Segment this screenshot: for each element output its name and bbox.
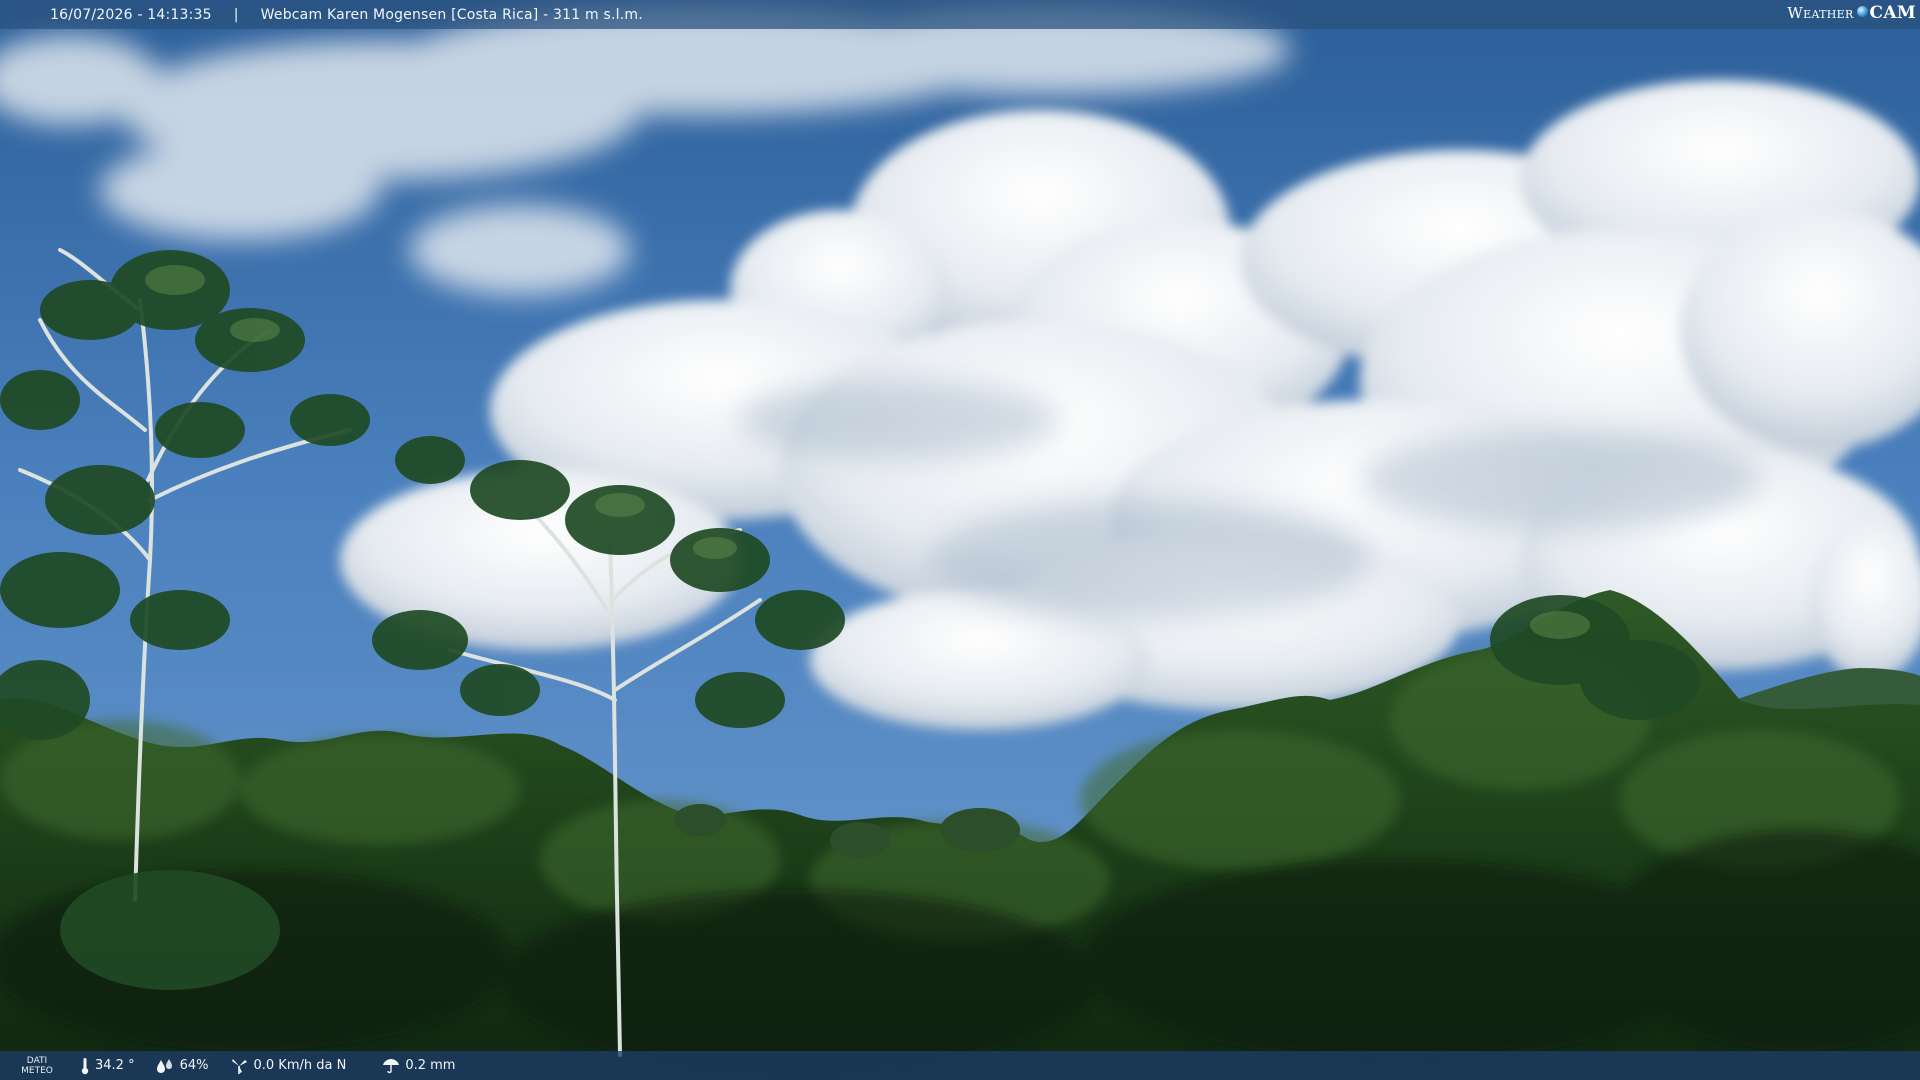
rain-gauge-icon: [383, 1058, 400, 1073]
wind-reading: 0.0 Km/h da N: [230, 1057, 346, 1075]
logo-cam-text: CAM: [1869, 3, 1916, 23]
webcam-image: [0, 0, 1920, 1080]
thermometer-icon: [81, 1057, 89, 1074]
weather-data-bar: DATI METEO 34.2 ° 64% 0.0 Km/h da N 0.2 …: [0, 1051, 1920, 1080]
weather-data-label: DATI METEO: [20, 1056, 54, 1076]
rain-reading: 0.2 mm: [382, 1058, 455, 1074]
humidity-icon: [156, 1058, 172, 1073]
humidity-value: 64%: [179, 1058, 209, 1073]
wind-icon: [232, 1058, 248, 1074]
timestamp: 16/07/2026 - 14:13:35: [50, 6, 212, 23]
globe-icon: [1856, 5, 1868, 17]
rain-value: 0.2 mm: [405, 1058, 456, 1073]
weather-data-label-line1: DATI: [26, 1055, 48, 1066]
temperature-reading: 34.2 °: [80, 1057, 135, 1075]
temperature-value: 34.2 °: [95, 1058, 135, 1073]
top-info-bar: 16/07/2026 - 14:13:35 | Webcam Karen Mog…: [0, 0, 1920, 29]
header-separator: |: [233, 6, 239, 23]
logo-weather-text: Weather: [1787, 4, 1854, 22]
weather-data-label-line2: METEO: [21, 1065, 53, 1076]
humidity-reading: 64%: [155, 1058, 209, 1074]
camera-title: Webcam Karen Mogensen [Costa Rica] - 311…: [260, 6, 643, 23]
webcam-frame: 16/07/2026 - 14:13:35 | Webcam Karen Mog…: [0, 0, 1920, 1080]
weathercam-logo[interactable]: Weather CAM: [1787, 3, 1916, 23]
wind-value: 0.0 Km/h da N: [253, 1058, 347, 1073]
